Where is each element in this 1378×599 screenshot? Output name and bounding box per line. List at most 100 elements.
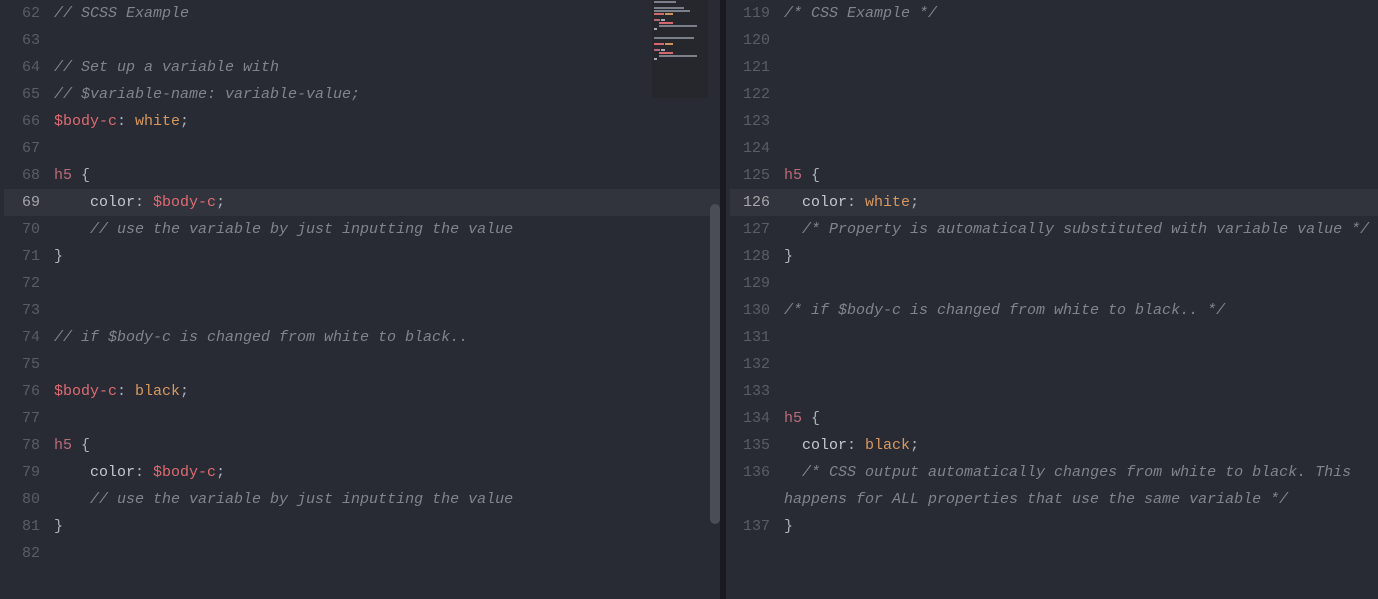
code-line[interactable]: 75 bbox=[4, 351, 720, 378]
line-number: 64 bbox=[4, 54, 54, 81]
editor-split-view: 62// SCSS Example6364// Set up a variabl… bbox=[0, 0, 1378, 599]
code-content: color: black; bbox=[784, 432, 1378, 459]
line-number: 121 bbox=[730, 54, 784, 81]
code-line[interactable]: 67 bbox=[4, 135, 720, 162]
editor-pane-right[interactable]: 119/* CSS Example */120121122123124125h5… bbox=[726, 0, 1378, 599]
code-line[interactable]: 137} bbox=[730, 513, 1378, 540]
code-line[interactable]: 121 bbox=[730, 54, 1378, 81]
code-line[interactable]: 77 bbox=[4, 405, 720, 432]
code-content: // use the variable by just inputting th… bbox=[54, 216, 720, 243]
line-number: 81 bbox=[4, 513, 54, 540]
code-line[interactable]: 125h5 { bbox=[730, 162, 1378, 189]
line-number: 120 bbox=[730, 27, 784, 54]
minimap-row bbox=[654, 49, 706, 51]
minimap-row bbox=[654, 28, 706, 30]
code-content: // use the variable by just inputting th… bbox=[54, 486, 720, 513]
code-content: } bbox=[784, 513, 1378, 540]
line-number: 137 bbox=[730, 513, 784, 540]
line-number: 76 bbox=[4, 378, 54, 405]
code-line[interactable]: 130/* if $body-c is changed from white t… bbox=[730, 297, 1378, 324]
code-line[interactable]: 62// SCSS Example bbox=[4, 0, 720, 27]
line-number: 127 bbox=[730, 216, 784, 243]
minimap-row bbox=[654, 7, 706, 9]
code-line[interactable]: 63 bbox=[4, 27, 720, 54]
code-line[interactable]: 135 color: black; bbox=[730, 432, 1378, 459]
code-content: h5 { bbox=[784, 405, 1378, 432]
scrollbar-thumb-left[interactable] bbox=[710, 204, 720, 524]
code-line[interactable]: 68h5 { bbox=[4, 162, 720, 189]
code-line[interactable]: 124 bbox=[730, 135, 1378, 162]
line-number: 62 bbox=[4, 0, 54, 27]
line-number: 79 bbox=[4, 459, 54, 486]
code-line[interactable]: 122 bbox=[730, 81, 1378, 108]
code-line[interactable]: 78h5 { bbox=[4, 432, 720, 459]
line-number: 126 bbox=[730, 189, 784, 216]
minimap-row bbox=[654, 16, 706, 18]
code-line[interactable]: 65// $variable-name: variable-value; bbox=[4, 81, 720, 108]
code-content: $body-c: black; bbox=[54, 378, 720, 405]
code-line[interactable]: 72 bbox=[4, 270, 720, 297]
code-line[interactable]: 136 /* CSS output automatically changes … bbox=[730, 459, 1378, 513]
minimap-row bbox=[654, 37, 706, 39]
code-line[interactable]: 71} bbox=[4, 243, 720, 270]
line-number: 66 bbox=[4, 108, 54, 135]
minimap-row bbox=[654, 55, 706, 57]
line-number: 82 bbox=[4, 540, 54, 567]
code-content: h5 { bbox=[54, 162, 720, 189]
minimap-row bbox=[654, 34, 706, 36]
minimap[interactable] bbox=[652, 0, 708, 98]
code-line[interactable]: 66$body-c: white; bbox=[4, 108, 720, 135]
line-number: 74 bbox=[4, 324, 54, 351]
line-number: 133 bbox=[730, 378, 784, 405]
minimap-row bbox=[654, 40, 706, 42]
code-line[interactable]: 127 /* Property is automatically substit… bbox=[730, 216, 1378, 243]
line-number: 65 bbox=[4, 81, 54, 108]
minimap-row bbox=[654, 43, 706, 45]
line-number: 129 bbox=[730, 270, 784, 297]
code-line[interactable]: 134h5 { bbox=[730, 405, 1378, 432]
code-line[interactable]: 73 bbox=[4, 297, 720, 324]
line-number: 128 bbox=[730, 243, 784, 270]
code-content: /* CSS output automatically changes from… bbox=[784, 459, 1378, 513]
line-number: 63 bbox=[4, 27, 54, 54]
code-line[interactable]: 119/* CSS Example */ bbox=[730, 0, 1378, 27]
code-line[interactable]: 79 color: $body-c; bbox=[4, 459, 720, 486]
minimap-row bbox=[654, 10, 706, 12]
code-line[interactable]: 74// if $body-c is changed from white to… bbox=[4, 324, 720, 351]
code-line[interactable]: 120 bbox=[730, 27, 1378, 54]
code-content: color: $body-c; bbox=[54, 189, 720, 216]
code-line[interactable]: 123 bbox=[730, 108, 1378, 135]
code-line[interactable]: 76$body-c: black; bbox=[4, 378, 720, 405]
code-line[interactable]: 131 bbox=[730, 324, 1378, 351]
code-content: } bbox=[54, 243, 720, 270]
code-content: // Set up a variable with bbox=[54, 54, 720, 81]
code-line[interactable]: 132 bbox=[730, 351, 1378, 378]
scrollbar-left[interactable] bbox=[710, 0, 720, 599]
line-number: 119 bbox=[730, 0, 784, 27]
code-line[interactable]: 70 // use the variable by just inputting… bbox=[4, 216, 720, 243]
minimap-row bbox=[654, 52, 706, 54]
code-line[interactable]: 128} bbox=[730, 243, 1378, 270]
line-number: 123 bbox=[730, 108, 784, 135]
code-line[interactable]: 80 // use the variable by just inputting… bbox=[4, 486, 720, 513]
code-content: // if $body-c is changed from white to b… bbox=[54, 324, 720, 351]
line-number: 131 bbox=[730, 324, 784, 351]
code-line[interactable]: 69 color: $body-c; bbox=[4, 189, 720, 216]
code-line[interactable]: 129 bbox=[730, 270, 1378, 297]
code-content: h5 { bbox=[54, 432, 720, 459]
code-line[interactable]: 82 bbox=[4, 540, 720, 567]
minimap-row bbox=[654, 1, 706, 3]
line-number: 71 bbox=[4, 243, 54, 270]
code-line[interactable]: 64// Set up a variable with bbox=[4, 54, 720, 81]
code-line[interactable]: 81} bbox=[4, 513, 720, 540]
code-content: /* Property is automatically substituted… bbox=[784, 216, 1378, 243]
code-content: $body-c: white; bbox=[54, 108, 720, 135]
code-line[interactable]: 126 color: white; bbox=[730, 189, 1378, 216]
code-content: /* CSS Example */ bbox=[784, 0, 1378, 27]
minimap-row bbox=[654, 4, 706, 6]
line-number: 69 bbox=[4, 189, 54, 216]
line-number: 136 bbox=[730, 459, 784, 486]
code-line[interactable]: 133 bbox=[730, 378, 1378, 405]
editor-pane-left[interactable]: 62// SCSS Example6364// Set up a variabl… bbox=[0, 0, 720, 599]
minimap-row bbox=[654, 46, 706, 48]
